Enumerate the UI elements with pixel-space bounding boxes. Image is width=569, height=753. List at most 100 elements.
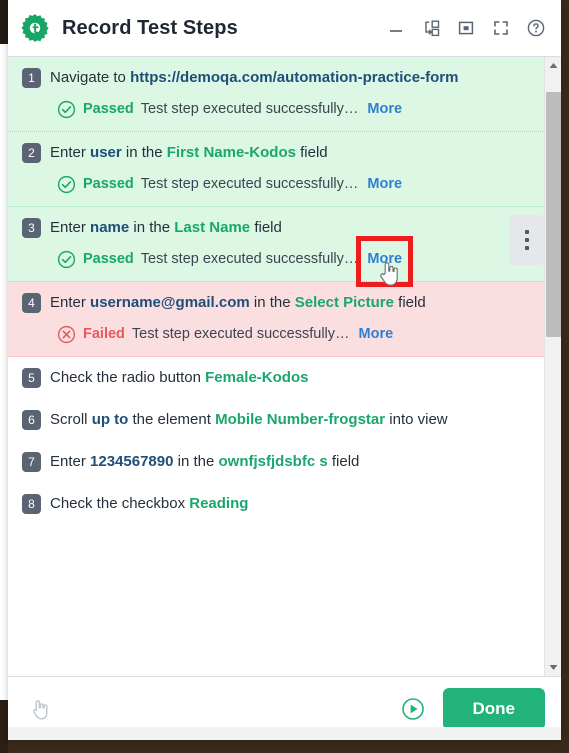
step-description: Enter 1234567890 in the ownfjsfjdsbfc s … <box>50 451 359 473</box>
step-status-row: Passed Test step executed successfully… Mo… <box>57 99 539 119</box>
step-action-text: Enter <box>50 294 86 311</box>
done-button[interactable]: Done <box>442 687 545 730</box>
desktop-backdrop-bottom <box>0 700 8 753</box>
status-badge: Passed <box>83 251 134 267</box>
status-message: Test step executed successfully… <box>140 176 359 192</box>
step-description: Enter username@gmail.com in the Select P… <box>50 292 426 314</box>
step-input-value: user <box>90 144 122 161</box>
popout-window-icon[interactable] <box>420 17 442 39</box>
hand-pointer-icon[interactable] <box>26 696 52 722</box>
step-description-row: 8 Check the checkbox Reading <box>22 493 539 515</box>
step-input-value: username@gmail.com <box>90 294 250 311</box>
step-number-badge: 7 <box>22 452 41 472</box>
step-connector-text: in the <box>253 294 291 311</box>
more-link[interactable]: More <box>367 99 402 119</box>
step-action-text: Navigate to <box>50 69 126 86</box>
status-badge: Passed <box>83 101 134 117</box>
page-title: Record Test Steps <box>62 16 238 39</box>
step-description: Check the radio button Female-Kodos <box>50 367 308 389</box>
step-connector-text: the element <box>132 411 211 428</box>
table-row[interactable]: 5 Check the radio button Female-Kodos <box>8 357 553 399</box>
table-row[interactable]: 3 Enter name in the Last Name field Passed… <box>8 207 553 282</box>
check-circle-icon <box>57 100 76 119</box>
step-action-text: Enter <box>50 453 86 470</box>
footer-actions: Done <box>401 687 545 730</box>
more-link[interactable]: More <box>359 324 394 344</box>
table-row[interactable]: 8 Check the checkbox Reading <box>8 483 553 525</box>
step-input-value: 1234567890 <box>90 453 174 470</box>
step-status-row: Passed Test step executed successfully… Mo… <box>57 174 539 194</box>
step-target-element: ownfjsfjdsbfc s <box>218 453 328 470</box>
scrollbar-thumb[interactable] <box>546 91 561 338</box>
step-target-element: Mobile Number-frogstar <box>215 411 386 428</box>
table-row[interactable]: 4 Enter username@gmail.com in the Select … <box>8 282 553 357</box>
caret-down-icon[interactable] <box>545 659 561 676</box>
step-number-badge: 5 <box>22 368 41 388</box>
step-action-text: Enter <box>50 219 86 236</box>
fullscreen-icon[interactable] <box>490 17 512 39</box>
step-action-text: Enter <box>50 144 86 161</box>
caret-up-icon[interactable] <box>545 57 561 74</box>
step-status-row: Failed Test step executed successfully… Mo… <box>57 324 539 344</box>
step-target-element: Reading <box>189 495 249 512</box>
step-number-badge: 2 <box>22 143 41 163</box>
table-row[interactable]: 6 Scroll up to the element Mobile Number-… <box>8 399 553 441</box>
window-left-edge <box>0 0 8 753</box>
restore-window-icon[interactable] <box>455 17 477 39</box>
status-message: Test step executed successfully… <box>140 251 359 267</box>
step-number-badge: 4 <box>22 293 41 313</box>
step-description-row: 3 Enter name in the Last Name field <box>22 217 539 239</box>
step-number-badge: 8 <box>22 494 41 514</box>
step-description-row: 5 Check the radio button Female-Kodos <box>22 367 539 389</box>
step-description: Navigate to https://demoqa.com/automatio… <box>50 67 458 89</box>
step-description-row: 6 Scroll up to the element Mobile Number-… <box>22 409 539 431</box>
step-suffix-text: into view <box>389 411 448 428</box>
help-circle-icon[interactable] <box>525 17 547 39</box>
status-badge: Passed <box>83 176 134 192</box>
steps-list[interactable]: 1 Navigate to https://demoqa.com/automati… <box>8 57 553 676</box>
step-input-value: up to <box>91 411 129 428</box>
x-circle-icon <box>57 325 76 344</box>
step-status-row: Passed Test step executed successfully… Mo… <box>57 249 539 269</box>
step-connector-text: in the <box>133 219 171 236</box>
more-vertical-icon[interactable] <box>509 215 545 265</box>
step-connector-text: in the <box>177 453 215 470</box>
step-action-text: Scroll <box>50 411 88 428</box>
step-action-text: Check the checkbox <box>50 495 186 512</box>
record-test-steps-window: Record Test Steps 1 Navigate to https://… <box>8 0 561 740</box>
step-target-element: Select Picture <box>294 294 394 311</box>
minimize-icon[interactable] <box>385 17 407 39</box>
step-number-badge: 3 <box>22 218 41 238</box>
step-url-value: https://demoqa.com/automation-practice-f… <box>130 69 459 86</box>
step-input-value: name <box>90 219 130 236</box>
step-number-badge: 6 <box>22 410 41 430</box>
play-circle-icon[interactable] <box>401 697 425 721</box>
title-bar: Record Test Steps <box>8 0 561 56</box>
more-link[interactable]: More <box>367 249 402 269</box>
status-badge: Failed <box>83 326 125 342</box>
check-circle-icon <box>57 175 76 194</box>
table-row[interactable]: 2 Enter user in the First Name-Kodos fiel… <box>8 132 553 207</box>
more-link[interactable]: More <box>367 174 402 194</box>
step-description: Enter name in the Last Name field <box>50 217 282 239</box>
step-suffix-text: field <box>254 219 282 236</box>
step-description: Check the checkbox Reading <box>50 493 248 515</box>
step-target-element: First Name-Kodos <box>166 144 296 161</box>
step-number-badge: 1 <box>22 68 41 88</box>
step-description-row: 7 Enter 1234567890 in the ownfjsfjdsbfc s… <box>22 451 539 473</box>
table-row[interactable]: 7 Enter 1234567890 in the ownfjsfjdsbfc s… <box>8 441 553 483</box>
status-message: Test step executed successfully… <box>140 101 359 117</box>
step-suffix-text: field <box>331 453 360 470</box>
step-target-element: Female-Kodos <box>205 369 309 386</box>
step-action-text: Check the radio button <box>50 369 201 386</box>
step-description: Enter user in the First Name-Kodos field <box>50 142 328 164</box>
table-row[interactable]: 1 Navigate to https://demoqa.com/automati… <box>8 57 553 132</box>
status-message: Test step executed successfully… <box>131 326 350 342</box>
step-description: Scroll up to the element Mobile Number-f… <box>50 409 448 431</box>
step-suffix-text: field <box>300 144 328 161</box>
steps-scrollbar[interactable] <box>544 57 561 676</box>
desktop-backdrop-top <box>0 0 8 44</box>
step-target-element: Last Name <box>174 219 251 236</box>
window-bottom-edge <box>8 727 561 740</box>
steps-panel: 1 Navigate to https://demoqa.com/automati… <box>8 57 561 676</box>
